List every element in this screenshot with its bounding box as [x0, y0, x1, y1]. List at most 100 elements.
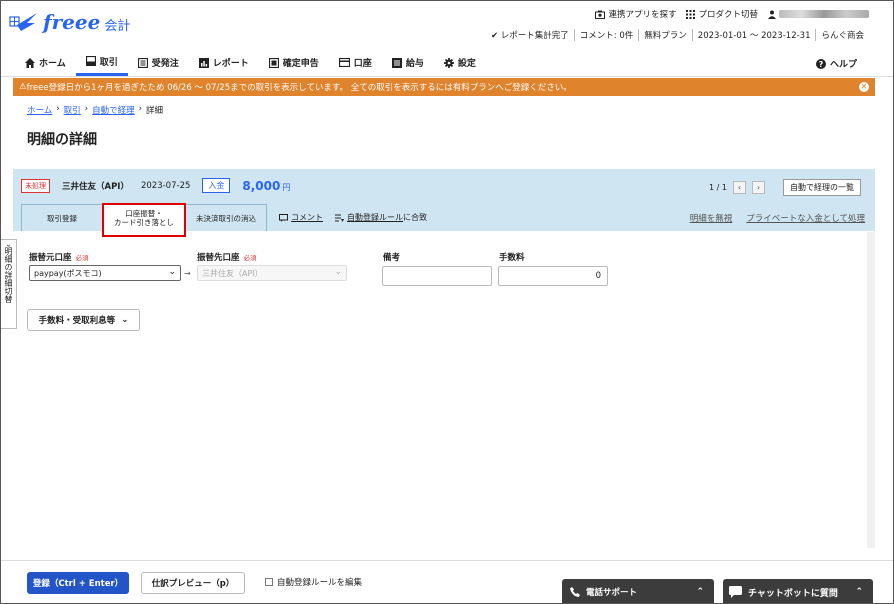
- nav-orders[interactable]: 受発注: [128, 49, 189, 76]
- nav-home[interactable]: ホーム: [15, 49, 76, 76]
- bar-chart-icon: [198, 57, 209, 68]
- status-badge: 未処理: [21, 178, 50, 193]
- nav-deals-label: 取引: [99, 57, 118, 68]
- required-mark: 必須: [75, 254, 89, 262]
- user-name-blurred: [779, 10, 869, 18]
- user-icon: [768, 10, 776, 19]
- detail-summary: 未処理 三井住友（API） 2023-07-25 入金 8,000 円: [21, 178, 290, 193]
- logo-bird-icon: [9, 13, 37, 31]
- nav-settings[interactable]: 設定: [434, 49, 486, 76]
- amount: 8,000 円: [242, 179, 290, 193]
- chevron-right-icon: ›: [84, 104, 89, 114]
- memo-input[interactable]: [382, 266, 492, 286]
- comment-icon: [279, 213, 288, 222]
- next-button[interactable]: ›: [752, 181, 765, 194]
- detail-tabs: 取引登録 口座振替・ カード引き落とし 未決済取引の消込 コメント 自動登録ルール…: [21, 204, 427, 231]
- connect-app-link[interactable]: 連携アプリを探す: [595, 8, 676, 20]
- app-window: freee 会計 連携アプリを探す プロダクト切替 ✔ レポート集計完了 コメン…: [0, 0, 894, 604]
- to-account-select: 三井住友（API） ⌄: [197, 265, 347, 281]
- company-name[interactable]: らんぐ商会: [815, 29, 869, 41]
- to-account-value: 三井住友（API）: [202, 269, 263, 278]
- tab-settle[interactable]: 未決済取引の消込: [185, 204, 267, 231]
- products-link[interactable]: プロダクト切替: [686, 8, 758, 20]
- from-account-text: 振替元口座: [29, 253, 72, 263]
- from-account-label: 振替元口座 必須: [29, 251, 89, 263]
- pager: 1 / 1 ‹ › 自動で経理の一覧: [709, 179, 861, 196]
- pager-count: 1 / 1: [709, 183, 727, 192]
- user-menu[interactable]: [768, 10, 869, 19]
- logo-sub: 会計: [104, 18, 131, 34]
- orders-icon: [137, 57, 148, 68]
- breadcrumb-home[interactable]: ホーム: [27, 104, 52, 116]
- page-title: 明細の詳細: [27, 132, 97, 148]
- nav-payroll[interactable]: 給与: [382, 49, 434, 76]
- header-status: ✔ レポート集計完了 コメント: 0件 無料プラン 2023-01-01 ～ 2…: [486, 29, 869, 41]
- phone-support-tab[interactable]: 電話サポート ⌃: [562, 579, 714, 603]
- help-icon: ?: [815, 58, 826, 69]
- preview-button[interactable]: 仕訳プレビュー（p）: [141, 572, 245, 594]
- prev-button[interactable]: ‹: [733, 181, 746, 194]
- fee-button-label: 手数料・受取利息等: [38, 316, 116, 326]
- detail-toggle-side-tab[interactable]: › 明細の詳細切替: [1, 239, 17, 329]
- freee-logo[interactable]: freee 会計: [9, 9, 130, 35]
- tab-register[interactable]: 取引登録: [21, 204, 103, 231]
- back-to-list-button[interactable]: 自動で経理の一覧: [783, 179, 861, 196]
- comment-link[interactable]: コメント: [279, 204, 323, 231]
- camera-icon: [595, 10, 606, 19]
- scrollbar[interactable]: [867, 232, 875, 548]
- breadcrumb: ホーム › 取引 › 自動で経理 › 詳細: [27, 104, 163, 116]
- nav-orders-label: 受発注: [151, 59, 179, 69]
- fee-input[interactable]: 0: [498, 266, 608, 286]
- rule-edit-checkbox[interactable]: 自動登録ルールを編集: [265, 576, 362, 588]
- nav-settings-label: 設定: [457, 59, 476, 69]
- currency: 円: [282, 182, 291, 192]
- chevron-right-icon: ›: [56, 104, 60, 114]
- ignore-link[interactable]: 明細を無視: [690, 212, 733, 224]
- bank-name: 三井住友（API）: [62, 181, 129, 192]
- side-tab-label: 明細の詳細切替: [4, 247, 13, 304]
- private-income-link[interactable]: プライベートな入金として処理: [746, 212, 865, 224]
- document-icon: [268, 57, 279, 68]
- header: freee 会計 連携アプリを探す プロダクト切替 ✔ レポート集計完了 コメン…: [1, 1, 893, 49]
- main-nav: ホーム 取引 受発注 レポート 確定申告 口座 給与 設定 ? ヘルプ: [1, 49, 893, 77]
- chatbot-tab[interactable]: チャットボットに質問 ⌃: [723, 579, 873, 603]
- phone-support-label: 電話サポート: [586, 588, 638, 598]
- fiscal-period[interactable]: 2023-01-01 ～ 2023-12-31: [691, 29, 816, 41]
- from-account-select[interactable]: paypay(ポスモコ) ⌄: [29, 265, 181, 281]
- type-badge: 入金: [202, 178, 231, 193]
- arrow-right-icon: →: [184, 269, 191, 278]
- memo-label: 備考: [383, 253, 401, 263]
- nav-home-label: ホーム: [39, 59, 66, 69]
- nav-deals[interactable]: 取引: [75, 49, 128, 76]
- highlight-box: [102, 203, 186, 237]
- nav-reports[interactable]: レポート: [189, 49, 259, 76]
- breadcrumb-auto[interactable]: 自動で経理: [92, 104, 135, 116]
- rule-suffix: に合致: [403, 213, 427, 222]
- nav-tax-return[interactable]: 確定申告: [259, 49, 329, 76]
- help-link[interactable]: ? ヘルプ: [815, 57, 857, 70]
- comment-count[interactable]: コメント: 0件: [573, 29, 638, 41]
- nav-accounts[interactable]: 口座: [329, 49, 382, 76]
- banner-text: freee登録日から1ヶ月を過ぎたため 06/26 ～ 07/25までの取引を表…: [26, 83, 572, 93]
- breadcrumb-deals[interactable]: 取引: [64, 104, 81, 116]
- products-label: プロダクト切替: [698, 10, 758, 20]
- to-account-text: 振替先口座: [197, 253, 240, 263]
- breadcrumb-current: 詳細: [146, 106, 164, 116]
- chat-icon: [729, 586, 742, 598]
- rule-match-link[interactable]: 自動登録ルールに合致: [335, 204, 427, 231]
- chevron-up-icon: ⌃: [696, 587, 704, 597]
- plan-label[interactable]: 無料プラン: [638, 29, 692, 41]
- nav-reports-label: レポート: [212, 59, 249, 69]
- payroll-icon: [391, 57, 402, 68]
- save-button[interactable]: 登録（Ctrl + Enter）: [27, 572, 129, 594]
- detail-actions: 明細を無視 プライベートな入金として処理: [690, 212, 865, 224]
- transaction-date: 2023-07-25: [140, 180, 191, 191]
- close-icon[interactable]: ✕: [859, 82, 869, 92]
- connect-app-label: 連携アプリを探す: [608, 10, 677, 20]
- grid-icon: [686, 9, 696, 19]
- footer-bar: 登録（Ctrl + Enter） 仕訳プレビュー（p） 自動登録ルールを編集 電…: [1, 560, 893, 603]
- rule-match-label: 自動登録ルールに合致: [347, 212, 427, 223]
- plan-warning-banner: ⚠ freee登録日から1ヶ月を過ぎたため 06/26 ～ 07/25までの取引…: [13, 78, 875, 96]
- fee-interest-button[interactable]: 手数料・受取利息等 ⌄: [27, 309, 140, 331]
- checkbox-icon: [265, 578, 273, 586]
